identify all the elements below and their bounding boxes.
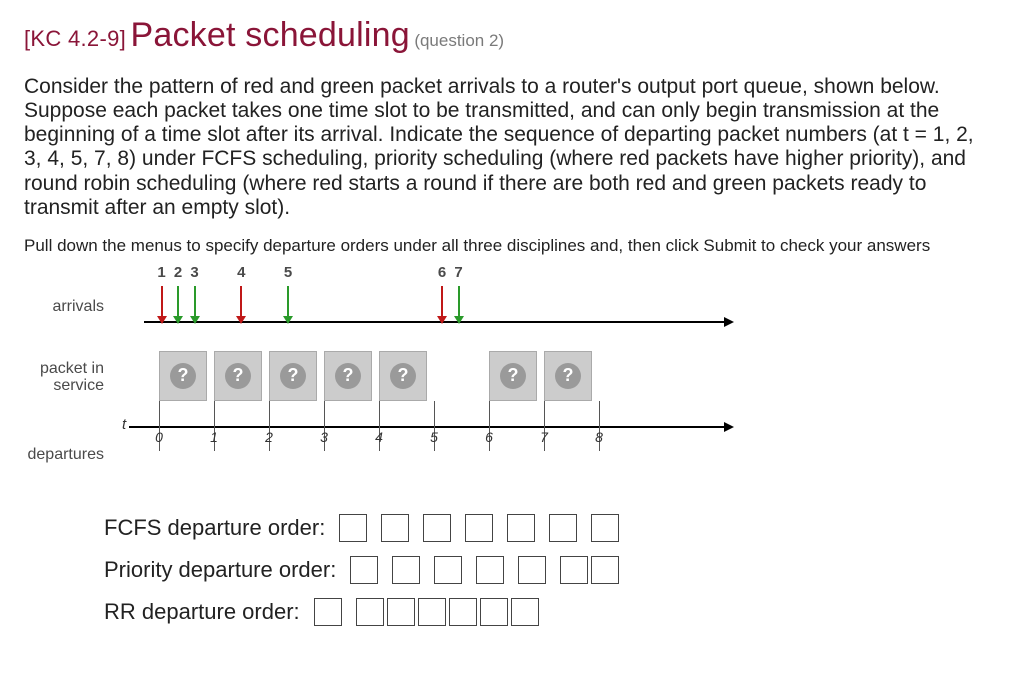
service-slot-6[interactable]: ? (489, 351, 537, 401)
arrival-number-6: 6 (435, 264, 449, 281)
priority-slot-6[interactable] (560, 556, 588, 584)
departure-tick-label-1: 1 (204, 429, 224, 445)
rr-row: RR departure order: (104, 598, 1000, 626)
priority-slot-2[interactable] (392, 556, 420, 584)
service-slot-7[interactable]: ? (544, 351, 592, 401)
fcfs-label: FCFS departure order: (104, 515, 325, 541)
rr-slot-2[interactable] (356, 598, 384, 626)
arrival-number-7: 7 (452, 264, 466, 281)
question-mark-icon: ? (555, 363, 581, 389)
title-main: Packet scheduling (131, 16, 410, 54)
question-mark-icon: ? (225, 363, 251, 389)
question-body: Consider the pattern of red and green pa… (24, 75, 994, 220)
label-packet-in-service: packet in service (4, 361, 104, 395)
instruction-text: Pull down the menus to specify departure… (24, 236, 1000, 256)
rr-label: RR departure order: (104, 599, 300, 625)
question-mark-icon: ? (280, 363, 306, 389)
fcfs-slot-6[interactable] (549, 514, 577, 542)
service-slot-0[interactable]: ? (159, 351, 207, 401)
rr-slot-6[interactable] (480, 598, 508, 626)
priority-label: Priority departure order: (104, 557, 336, 583)
rr-slot-7[interactable] (511, 598, 539, 626)
fcfs-slot-1[interactable] (339, 514, 367, 542)
priority-slot-7[interactable] (591, 556, 619, 584)
question-mark-icon: ? (170, 363, 196, 389)
priority-slot-3[interactable] (434, 556, 462, 584)
service-slot-1[interactable]: ? (214, 351, 262, 401)
arrival-number-1: 1 (155, 264, 169, 281)
fcfs-slot-5[interactable] (507, 514, 535, 542)
fcfs-slot-2[interactable] (381, 514, 409, 542)
departure-tick-label-3: 3 (314, 429, 334, 445)
service-slot-3[interactable]: ? (324, 351, 372, 401)
title-kc: [KC 4.2-9] (24, 26, 126, 51)
departures-axis (129, 426, 724, 428)
fcfs-slot-4[interactable] (465, 514, 493, 542)
question-mark-icon: ? (335, 363, 361, 389)
fcfs-row: FCFS departure order: (104, 514, 1000, 542)
label-departures: departures (4, 446, 104, 464)
departure-tick-label-4: 4 (369, 429, 389, 445)
title-sub: (question 2) (414, 31, 504, 50)
service-slot-4[interactable]: ? (379, 351, 427, 401)
question-mark-icon: ? (500, 363, 526, 389)
answers-block: FCFS departure order: Priority departure… (104, 514, 1000, 627)
priority-slot-1[interactable] (350, 556, 378, 584)
priority-slot-4[interactable] (476, 556, 504, 584)
rr-slot-5[interactable] (449, 598, 477, 626)
fcfs-slot-7[interactable] (591, 514, 619, 542)
arrival-number-3: 3 (188, 264, 202, 281)
service-slot-2[interactable]: ? (269, 351, 317, 401)
departure-tick-label-2: 2 (259, 429, 279, 445)
t-axis-label: t (122, 416, 126, 433)
rr-slot-3[interactable] (387, 598, 415, 626)
departure-tick-label-6: 6 (479, 429, 499, 445)
departure-tick-label-5: 5 (424, 429, 444, 445)
fcfs-slot-3[interactable] (423, 514, 451, 542)
rr-slot-1[interactable] (314, 598, 342, 626)
arrival-number-2: 2 (171, 264, 185, 281)
departure-tick-label-0: 0 (149, 429, 169, 445)
rr-slot-4[interactable] (418, 598, 446, 626)
priority-slot-5[interactable] (518, 556, 546, 584)
question-mark-icon: ? (390, 363, 416, 389)
arrival-number-4: 4 (234, 264, 248, 281)
timing-diagram: arrivals packet in service departures 12… (104, 266, 864, 496)
priority-row: Priority departure order: (104, 556, 1000, 584)
arrivals-axis (144, 321, 724, 323)
arrival-number-5: 5 (281, 264, 295, 281)
departure-tick-label-7: 7 (534, 429, 554, 445)
departure-tick-label-8: 8 (589, 429, 609, 445)
label-arrivals: arrivals (4, 298, 104, 316)
page-title: [KC 4.2-9] Packet scheduling (question 2… (24, 16, 1000, 55)
page-root: [KC 4.2-9] Packet scheduling (question 2… (0, 0, 1024, 660)
